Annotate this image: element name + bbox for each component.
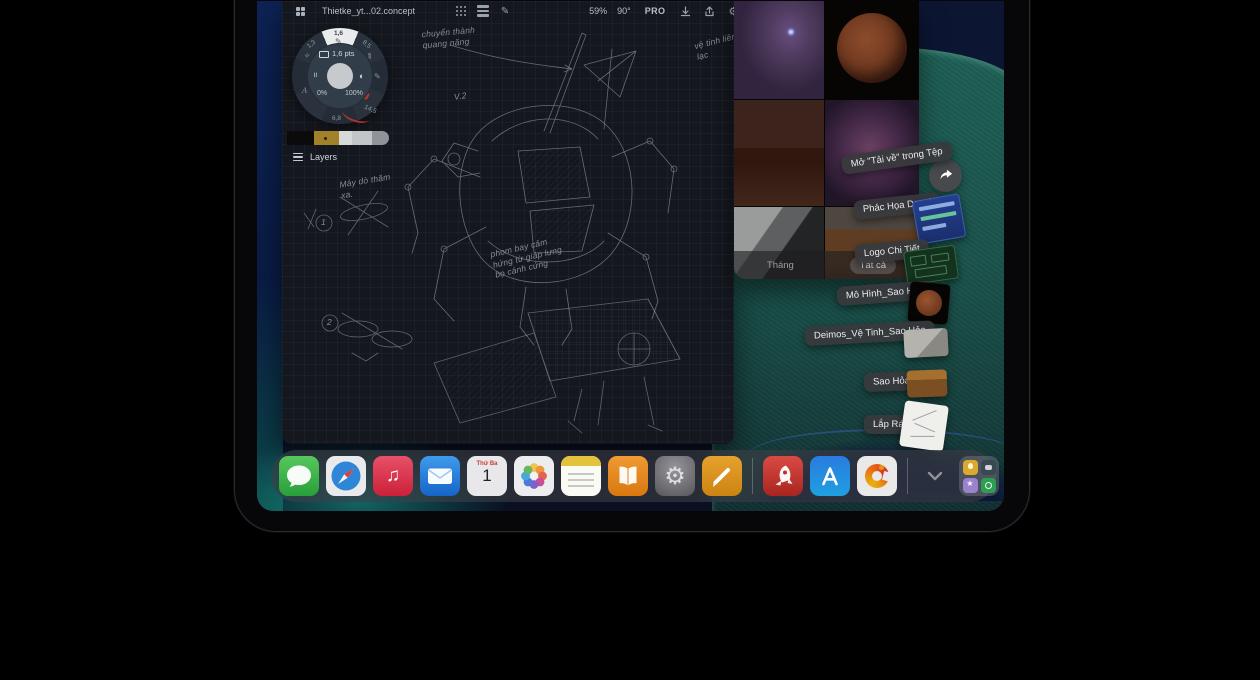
app-library-star-icon: ★ <box>963 478 978 493</box>
pressure-icon[interactable]: ≈ <box>310 73 320 78</box>
drag-thumb-mars-surface[interactable] <box>907 369 948 397</box>
dock-calendar-icon[interactable]: Thứ Ba 1 <box>467 456 507 496</box>
document-title[interactable]: Thietke_yt...02.concept <box>322 6 415 16</box>
settings-gear-icon[interactable]: ⚙ <box>725 3 734 19</box>
dock-app-store-icon[interactable] <box>810 456 850 496</box>
dock-notes-icon[interactable] <box>561 456 601 496</box>
app-library-camera-icon <box>981 460 996 475</box>
tool-size-left: 1,3 <box>306 39 317 50</box>
zoom-level[interactable]: 59% <box>589 6 607 16</box>
hamburger-icon <box>293 153 303 162</box>
photo-nebula-horsehead[interactable] <box>734 1 824 99</box>
dock-divider-2 <box>907 458 908 494</box>
photo-grid <box>734 1 919 279</box>
dock-divider <box>752 458 753 494</box>
concepts-toolbar: Thietke_yt...02.concept ✎ 59% 90° PRO ⚙ … <box>282 1 734 21</box>
pen-nib-icon[interactable]: ✎ <box>497 3 513 19</box>
photo-mars-globe[interactable] <box>825 1 919 99</box>
app-library-lightbulb-icon <box>963 460 978 475</box>
slice-tool-icon[interactable]: ✎ <box>374 72 381 81</box>
dock-safari-icon[interactable] <box>326 456 366 496</box>
dock-settings-icon[interactable]: ⚙ <box>655 456 695 496</box>
photo-mars-landscape[interactable] <box>734 100 824 206</box>
opacity-contrast-icon[interactable]: ◐ <box>359 71 364 81</box>
text-tool-icon[interactable]: A <box>302 86 307 95</box>
opacity-max-label: 100% <box>345 90 363 97</box>
layers-stack-icon[interactable] <box>475 3 491 19</box>
color-bar-marker <box>324 137 327 140</box>
wheel-inner-disc[interactable]: 1,6 pts ≈ ◐ 0% 100% <box>307 43 373 109</box>
layers-button[interactable]: Layers <box>293 152 337 162</box>
dock-concepts-icon[interactable] <box>857 456 897 496</box>
brush-preview-dot[interactable] <box>327 63 353 89</box>
dock-messages-icon[interactable] <box>279 456 319 496</box>
black-color-swatch[interactable] <box>287 131 314 145</box>
drag-thumb-assembly[interactable] <box>899 400 949 452</box>
export-share-icon[interactable] <box>701 3 717 19</box>
drag-thumb-mars-globe[interactable] <box>907 281 950 324</box>
ipad-device-frame: chuyển thành quang năng vệ tinh liên lạc… <box>234 0 1030 532</box>
dock-chevron-down-icon[interactable] <box>918 456 952 496</box>
drag-thumb-deimos[interactable] <box>903 328 948 358</box>
dock-photos-icon[interactable] <box>514 456 554 496</box>
calendar-day: 1 <box>467 467 507 485</box>
rotation-angle[interactable]: 90° <box>617 6 631 16</box>
tool-size-right: 8,5 <box>361 39 372 50</box>
dock-sketch-pen-icon[interactable] <box>702 456 742 496</box>
pro-badge[interactable]: PRO <box>645 6 666 16</box>
dock-books-icon[interactable] <box>608 456 648 496</box>
ipad-screen: chuyển thành quang năng vệ tinh liên lạc… <box>257 1 1004 511</box>
concepts-app-window: chuyển thành quang năng vệ tinh liên lạc… <box>282 1 734 444</box>
tab-months[interactable]: Tháng <box>757 257 804 274</box>
dock-mail-icon[interactable] <box>420 456 460 496</box>
drag-thumb-logo[interactable] <box>903 245 959 286</box>
apps-grid-icon[interactable] <box>292 3 308 19</box>
annotation-marker-2: 2 <box>327 317 332 328</box>
selected-tool-size: 1,6 <box>334 30 343 37</box>
dock-music-icon[interactable]: ♫ <box>373 456 413 496</box>
precision-grid-icon[interactable] <box>453 3 469 19</box>
share-arrow-button[interactable] <box>929 159 962 192</box>
app-library-clock-icon <box>981 478 996 493</box>
ruler-icon <box>319 51 329 58</box>
annotation-marker-1: 1 <box>321 217 326 228</box>
opacity-min-label: 0% <box>317 90 327 97</box>
dock-app-library[interactable]: ★ <box>959 456 999 496</box>
tool-wheel[interactable]: 1,6 ✎ 1,3 ≈ 8,5 ✎ ✎ A 14,5 6,8 1,6 pts ≈… <box>292 28 388 124</box>
annotation-version: V.2 <box>453 90 467 102</box>
dock-rocket-app-icon[interactable] <box>763 456 803 496</box>
stroke-size-value: 1,6 pts <box>332 49 355 58</box>
bottom-tool-size: 6,8 <box>332 115 341 122</box>
dock: ♫ Thứ Ba 1 ⚙ <box>271 450 996 502</box>
photos-app-window: Tháng Tất cả <box>734 1 919 279</box>
layers-label: Layers <box>310 152 337 162</box>
drag-thumb-decal[interactable] <box>912 193 967 245</box>
share-arrow-icon <box>936 166 955 185</box>
import-icon[interactable] <box>677 3 693 19</box>
